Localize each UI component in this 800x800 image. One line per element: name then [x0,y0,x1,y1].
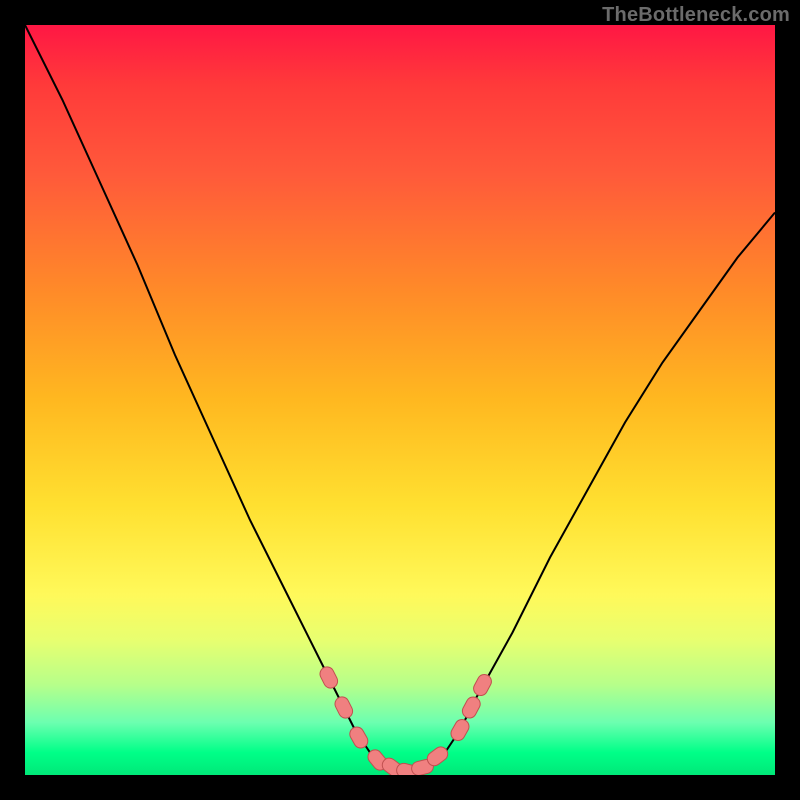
curve-markers [318,665,494,775]
chart-frame: TheBottleneck.com [0,0,800,800]
bottleneck-curve [25,25,775,775]
curve-marker [460,694,483,720]
curve-path [25,25,775,775]
curve-marker [333,695,355,721]
curve-marker [471,672,494,698]
curve-marker [448,717,471,743]
curve-marker [318,665,340,691]
plot-area [25,25,775,775]
watermark-text: TheBottleneck.com [602,4,790,27]
